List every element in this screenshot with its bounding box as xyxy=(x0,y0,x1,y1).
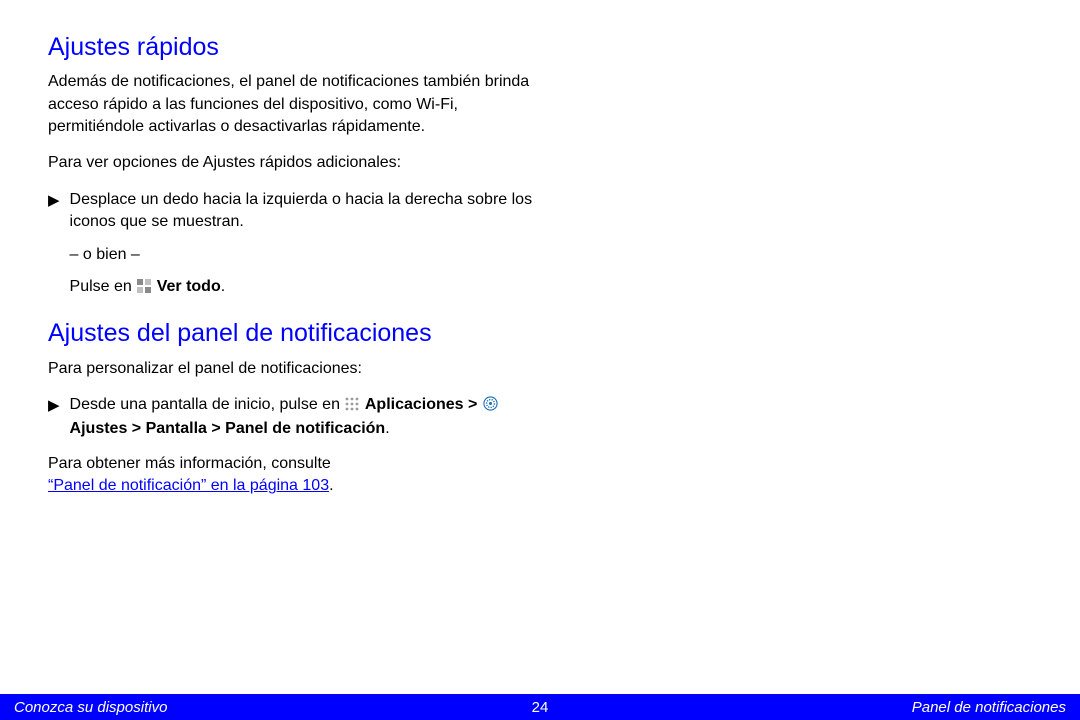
footer-section-title: Panel de notificaciones xyxy=(548,699,1066,716)
settings-gear-icon xyxy=(483,396,498,418)
page-footer: Conozca su dispositivo 24 Panel de notif… xyxy=(0,694,1080,720)
paragraph: Para ver opciones de Ajustes rápidos adi… xyxy=(48,152,548,174)
footer-page-number: 24 xyxy=(532,699,549,716)
bullet-item: ▶ Desplace un dedo hacia la izquierda o … xyxy=(48,189,548,301)
text-fragment: > xyxy=(464,396,482,413)
text-fragment: > xyxy=(207,420,225,437)
text-bold: Panel de notificación xyxy=(225,420,385,437)
text-fragment: > xyxy=(127,420,145,437)
text-fragment: . xyxy=(385,420,389,437)
bullet-arrow-icon: ▶ xyxy=(48,189,60,301)
apps-grid-icon xyxy=(345,396,359,418)
bullet-line: Desplace un dedo hacia la izquierda o ha… xyxy=(70,189,548,234)
bullet-line: Pulse en Ver todo. xyxy=(70,276,548,300)
bullet-text: Desde una pantalla de inicio, pulse en A… xyxy=(70,394,548,441)
text-fragment: Para obtener más información, consulte xyxy=(48,455,331,472)
text-fragment: . xyxy=(329,477,333,494)
text-bold: Ver todo xyxy=(152,278,220,295)
text-bold: Aplicaciones xyxy=(365,396,464,413)
paragraph: Además de notificaciones, el panel de no… xyxy=(48,71,548,138)
bullet-line: – o bien – xyxy=(70,244,548,266)
bullet-arrow-icon: ▶ xyxy=(48,394,60,441)
paragraph: Para obtener más información, consulte “… xyxy=(48,453,548,498)
content-column: Ajustes rápidos Además de notificaciones… xyxy=(48,32,548,498)
text-fragment: . xyxy=(221,278,225,295)
text-bold: Ajustes xyxy=(70,420,128,437)
paragraph: Para personalizar el panel de notificaci… xyxy=(48,358,548,380)
heading-notification-panel-settings: Ajustes del panel de notificaciones xyxy=(48,318,548,349)
text-fragment: Desde una pantalla de inicio, pulse en xyxy=(70,396,345,413)
bullet-item: ▶ Desde una pantalla de inicio, pulse en… xyxy=(48,394,548,441)
heading-quick-settings: Ajustes rápidos xyxy=(48,32,548,63)
view-all-grid-icon xyxy=(137,278,151,300)
bullet-text: Desplace un dedo hacia la izquierda o ha… xyxy=(70,189,548,301)
cross-reference-link[interactable]: “Panel de notificación” en la página 103 xyxy=(48,477,329,494)
footer-chapter-title: Conozca su dispositivo xyxy=(14,699,532,716)
document-page: Ajustes rápidos Además de notificaciones… xyxy=(0,0,1080,720)
text-fragment: Pulse en xyxy=(70,278,137,295)
text-bold: Pantalla xyxy=(146,420,207,437)
